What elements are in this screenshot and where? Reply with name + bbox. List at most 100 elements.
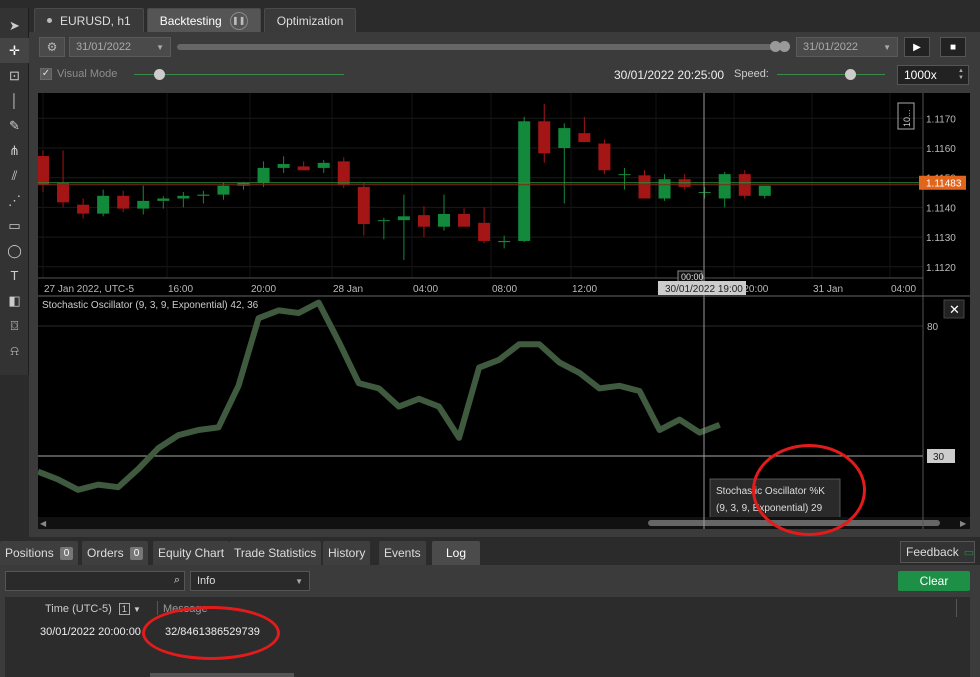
backtest-progress-bar[interactable] [177, 41, 790, 52]
progress-end-knob[interactable] [779, 41, 790, 52]
price-tick-label: 1.1120 [926, 263, 956, 274]
tab-backtesting-label: Backtesting [159, 13, 222, 28]
column-header-time[interactable]: Time (UTC-5) 1 ▼ [45, 603, 141, 615]
tab-optimization[interactable]: Optimization [263, 8, 357, 32]
pattern-icon[interactable]: ⋰ [0, 188, 29, 213]
orders-count-badge: 0 [129, 546, 144, 560]
level-label-80: 80 [927, 322, 939, 333]
end-date-select[interactable]: 31/01/2022 ▼ [796, 37, 898, 57]
oscillator-title: Stochastic Oscillator (9, 3, 9, Exponent… [42, 300, 259, 311]
log-horizontal-scrollbar[interactable] [150, 673, 294, 677]
candle-body [598, 143, 611, 171]
ellipse-icon[interactable]: ◯ [0, 238, 29, 263]
settings-gear-icon[interactable]: ⚙ [39, 37, 65, 57]
tab-backtesting[interactable]: Backtesting ❚❚ [146, 8, 261, 32]
sort-order-badge: 1 [118, 603, 130, 615]
chevron-down-icon: ▼ [295, 576, 303, 586]
tab-trade-statistics-label: Trade Statistics [234, 546, 317, 560]
text-icon[interactable]: T [0, 263, 29, 288]
crosshair-icon[interactable]: ✛ [0, 38, 29, 63]
candle-body [297, 166, 310, 171]
feedback-button[interactable]: Feedback ▭ [900, 541, 975, 563]
colorbox-icon[interactable]: ◧ [0, 288, 29, 313]
visual-mode-slider[interactable] [134, 69, 344, 80]
cursor-icon[interactable]: ➤ [0, 13, 29, 38]
tab-symbol[interactable]: EURUSD, h1 [34, 8, 144, 32]
candle-body [357, 186, 370, 225]
tab-orders-label: Orders [87, 546, 124, 560]
crosshair-small-label: 00:00 [681, 272, 704, 282]
log-level-select[interactable]: Info ▼ [190, 571, 310, 591]
play-button[interactable]: ▶ [904, 37, 930, 57]
speed-slider[interactable] [777, 69, 885, 80]
positions-count-badge: 0 [59, 546, 74, 560]
annotation-ellipse [142, 606, 280, 660]
channel-icon[interactable]: ⫽ [0, 163, 29, 188]
candle-body [197, 194, 210, 196]
fibonacci-icon[interactable]: ⋔ [0, 138, 29, 163]
start-date-select[interactable]: 31/01/2022 ▼ [69, 37, 171, 57]
candle-body [177, 195, 190, 199]
rectangle-icon[interactable]: ▭ [0, 213, 29, 238]
price-tick-label: 1.1160 [926, 144, 956, 155]
search-icon[interactable]: ⌕ [174, 574, 180, 587]
candle-body [97, 195, 110, 214]
tab-history[interactable]: History [323, 541, 371, 565]
log-search-input[interactable]: ⌕ [5, 571, 185, 591]
current-backtest-time: 30/01/2022 20:25:00 [614, 68, 725, 82]
zoom-icon[interactable]: ⊡ [0, 63, 29, 88]
column-divider [157, 601, 158, 615]
pencil-icon[interactable]: ✎ [0, 113, 29, 138]
tab-orders[interactable]: Orders 0 [82, 541, 149, 565]
candle-body [638, 175, 651, 199]
candle-body [658, 179, 671, 199]
stop-button[interactable]: ■ [940, 37, 966, 57]
scroll-left-icon: ◀ [40, 519, 47, 528]
candle-body [277, 164, 290, 168]
price-tick-label: 1.1170 [926, 114, 956, 125]
column-header-time-label: Time (UTC-5) [45, 603, 112, 615]
candle-body [478, 222, 491, 241]
candle-body [337, 161, 350, 185]
stochastic-k-line [38, 299, 721, 493]
tab-trade-statistics[interactable]: Trade Statistics [229, 541, 322, 565]
tab-positions[interactable]: Positions 0 [0, 541, 79, 565]
tab-optimization-label: Optimization [276, 13, 344, 28]
tab-history-label: History [328, 546, 366, 560]
bell-icon[interactable]: ⍾ [0, 338, 29, 363]
slider-knob[interactable] [154, 69, 165, 80]
tab-log[interactable]: Log [432, 541, 480, 565]
feedback-label: Feedback [906, 545, 959, 559]
clear-button[interactable]: Clear [898, 571, 970, 591]
time-tick-label: 04:00 [413, 284, 438, 295]
tab-equity-chart-label: Equity Chart [158, 546, 225, 560]
sort-arrow-icon: ▼ [132, 605, 141, 614]
spinner-arrows-icon[interactable]: ▲ ▼ [958, 68, 964, 82]
speed-label: Speed: [734, 68, 769, 80]
candle-body [578, 133, 591, 143]
pause-icon[interactable]: ❚❚ [229, 11, 248, 30]
visual-mode-label: Visual Mode [57, 68, 118, 80]
time-tick-label: 27 Jan 2022, UTC-5 [44, 284, 134, 295]
camera-icon[interactable]: ⌼ [0, 313, 29, 338]
visual-mode-toggle[interactable]: ✓ Visual Mode [40, 68, 117, 80]
vertical-line-icon[interactable]: │ [0, 88, 29, 113]
close-icon: ✕ [949, 302, 960, 317]
tab-events[interactable]: Events [379, 541, 426, 565]
start-date-value: 31/01/2022 [76, 41, 132, 53]
candle-body [77, 204, 90, 214]
time-tick-label: 08:00 [492, 284, 517, 295]
drawing-toolbar: ➤ ✛ ⊡ │ ✎ ⋔ ⫽ ⋰ ▭ ◯ T ◧ ⌼ ⍾ [0, 8, 29, 375]
bottom-tabs: Positions 0 Orders 0 Equity Chart Trade … [0, 541, 980, 565]
candle-body [117, 195, 130, 209]
current-price-label: 1.11483 [926, 179, 962, 190]
tab-equity-chart[interactable]: Equity Chart [153, 541, 230, 565]
visual-mode-checkbox[interactable]: ✓ [40, 68, 52, 80]
scroll-right-icon: ▶ [960, 519, 967, 528]
time-tick-label: 31 Jan [813, 284, 843, 295]
annotation-ellipse [752, 444, 866, 536]
speed-slider-knob[interactable] [845, 69, 856, 80]
candle-body [758, 185, 771, 196]
speed-value-input[interactable]: 1000x ▲ ▼ [897, 65, 969, 85]
price-tick-label: 1.1140 [926, 203, 956, 214]
